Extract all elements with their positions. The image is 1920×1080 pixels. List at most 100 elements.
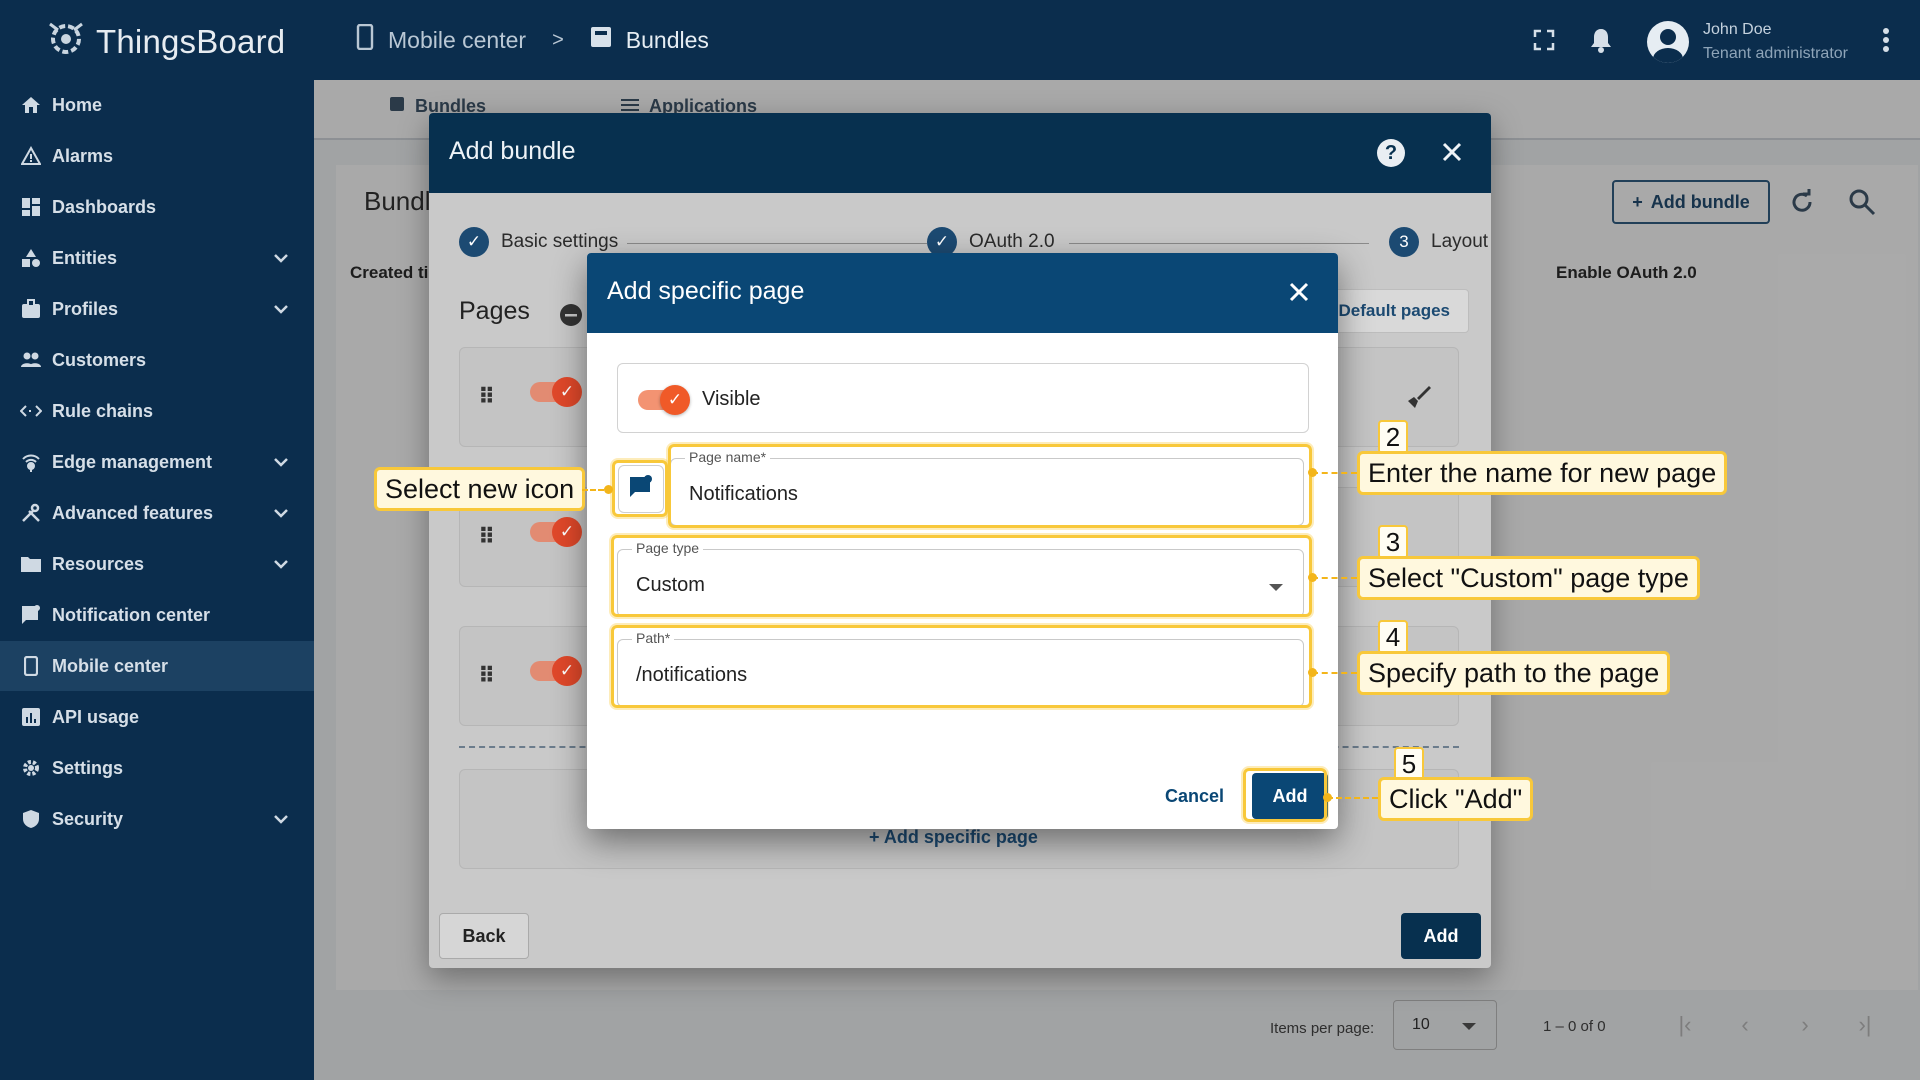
sidebar: Home Alarms Dashboards Entities Profiles… bbox=[0, 80, 314, 1080]
visible-label: Visible bbox=[702, 388, 761, 410]
sidebar-item-mobile-center[interactable]: Mobile center bbox=[0, 641, 314, 691]
sidebar-item-resources[interactable]: Resources bbox=[0, 539, 314, 589]
visible-toggle[interactable] bbox=[638, 385, 690, 415]
shapes-icon bbox=[20, 247, 42, 269]
chevron-down-icon[interactable] bbox=[270, 808, 292, 830]
fullscreen-icon[interactable] bbox=[1533, 29, 1555, 56]
step-layout[interactable]: 3 Layout bbox=[1389, 227, 1488, 257]
chevron-down-icon[interactable] bbox=[270, 247, 292, 269]
add-bundle-submit-button[interactable]: Add bbox=[1401, 913, 1481, 959]
highlight-add-button bbox=[1243, 768, 1327, 822]
more-vert-icon[interactable] bbox=[1882, 27, 1890, 57]
visible-toggle[interactable] bbox=[530, 656, 582, 686]
sidebar-item-label: Resources bbox=[52, 553, 145, 574]
bundle-icon bbox=[590, 26, 612, 54]
sidebar-item-label: Alarms bbox=[52, 145, 114, 166]
sidebar-item-label: Settings bbox=[52, 757, 124, 778]
sidebar-item-customers[interactable]: Customers bbox=[0, 335, 314, 385]
step-number: 3 bbox=[1389, 227, 1419, 257]
sidebar-item-entities[interactable]: Entities bbox=[0, 233, 314, 283]
sidebar-item-api-usage[interactable]: API usage bbox=[0, 692, 314, 742]
sidebar-item-label: Edge management bbox=[52, 451, 213, 472]
visible-toggle[interactable] bbox=[530, 517, 582, 547]
leader-dot bbox=[1308, 468, 1317, 477]
brush-icon[interactable] bbox=[1405, 384, 1431, 415]
sidebar-item-settings[interactable]: Settings bbox=[0, 743, 314, 793]
visible-row: Visible bbox=[617, 363, 1309, 433]
chevron-down-icon[interactable] bbox=[270, 553, 292, 575]
breadcrumb-bundles: Bundles bbox=[625, 26, 709, 53]
step-connector bbox=[1069, 243, 1369, 244]
visible-toggle[interactable] bbox=[530, 377, 582, 407]
callout-page-type: Select "Custom" page type bbox=[1357, 556, 1700, 600]
tools-icon bbox=[20, 502, 42, 524]
sidebar-item-home[interactable]: Home bbox=[0, 80, 314, 130]
breadcrumb-mobile-center[interactable]: Mobile center bbox=[388, 27, 526, 54]
callout-path: Specify path to the page bbox=[1357, 651, 1671, 695]
sidebar-item-edge-management[interactable]: Edge management bbox=[0, 437, 314, 487]
home-icon bbox=[20, 94, 42, 116]
sidebar-item-label: Profiles bbox=[52, 298, 119, 319]
highlight-icon-picker bbox=[612, 460, 668, 517]
leader-dot bbox=[1308, 573, 1317, 582]
user-menu[interactable]: John Doe Tenant administrator bbox=[1647, 18, 1848, 66]
highlight-page-name bbox=[668, 444, 1312, 528]
folder-icon bbox=[20, 553, 42, 575]
sidebar-item-dashboards[interactable]: Dashboards bbox=[0, 182, 314, 232]
sidebar-item-label: Notification center bbox=[52, 604, 211, 625]
people-icon bbox=[20, 349, 42, 371]
step-number-badge: 5 bbox=[1394, 747, 1424, 781]
highlight-path bbox=[611, 625, 1312, 708]
shield-icon bbox=[20, 808, 42, 830]
sidebar-item-alarms[interactable]: Alarms bbox=[0, 131, 314, 181]
sidebar-item-rule-chains[interactable]: Rule chains bbox=[0, 386, 314, 436]
user-name: John Doe bbox=[1703, 21, 1772, 38]
sidebar-item-label: API usage bbox=[52, 706, 140, 727]
step-number-badge: 3 bbox=[1378, 525, 1408, 559]
leader-line bbox=[1312, 672, 1357, 674]
phone-icon bbox=[356, 23, 374, 56]
sidebar-item-label: Security bbox=[52, 808, 124, 829]
chart-icon bbox=[20, 706, 42, 728]
leader-dot bbox=[1308, 668, 1317, 677]
close-icon[interactable] bbox=[1284, 277, 1314, 307]
close-icon[interactable] bbox=[1437, 137, 1467, 167]
sidebar-item-label: Advanced features bbox=[52, 502, 214, 523]
sidebar-item-notification-center[interactable]: Notification center bbox=[0, 590, 314, 640]
help-icon[interactable]: ? bbox=[1377, 139, 1405, 167]
chevron-down-icon[interactable] bbox=[270, 502, 292, 524]
sidebar-item-advanced-features[interactable]: Advanced features bbox=[0, 488, 314, 538]
leader-line bbox=[1312, 472, 1357, 474]
sidebar-item-profiles[interactable]: Profiles bbox=[0, 284, 314, 334]
add-specific-page-link[interactable]: + Add specific page bbox=[869, 827, 1038, 848]
back-button[interactable]: Back bbox=[439, 913, 529, 959]
avatar bbox=[1647, 21, 1690, 63]
dialog-title: Add bundle bbox=[449, 137, 576, 165]
step-connector bbox=[627, 243, 927, 244]
top-bar: ThingsBoard Mobile center > Bundles John… bbox=[0, 0, 1920, 80]
drag-handle-icon[interactable]: ⠿ bbox=[478, 524, 495, 550]
chevron-down-icon[interactable] bbox=[270, 451, 292, 473]
sidebar-item-security[interactable]: Security bbox=[0, 794, 314, 844]
bell-icon[interactable] bbox=[1589, 27, 1613, 58]
logo[interactable]: ThingsBoard bbox=[44, 16, 285, 67]
cancel-button[interactable]: Cancel bbox=[1165, 786, 1224, 807]
breadcrumb: Mobile center > Bundles bbox=[356, 23, 709, 56]
drag-handle-icon[interactable]: ⠿ bbox=[478, 663, 495, 689]
warning-icon bbox=[20, 145, 42, 167]
sidebar-item-label: Home bbox=[52, 94, 103, 115]
step-number-badge: 4 bbox=[1378, 620, 1408, 654]
step-number-badge: 2 bbox=[1378, 420, 1408, 454]
badge-icon bbox=[20, 298, 42, 320]
callout-add: Click "Add" bbox=[1378, 777, 1534, 821]
sidebar-item-label: Mobile center bbox=[52, 655, 169, 676]
sidebar-item-label: Entities bbox=[52, 247, 118, 268]
drag-handle-icon[interactable]: ⠿ bbox=[478, 384, 495, 410]
check-icon: ✓ bbox=[459, 227, 489, 257]
breadcrumb-separator: > bbox=[552, 28, 564, 51]
sidebar-item-label: Customers bbox=[52, 349, 147, 370]
notification-icon bbox=[20, 604, 42, 626]
chevron-down-icon[interactable] bbox=[270, 298, 292, 320]
remove-circle-icon[interactable] bbox=[559, 303, 583, 332]
phone-icon bbox=[20, 655, 42, 677]
